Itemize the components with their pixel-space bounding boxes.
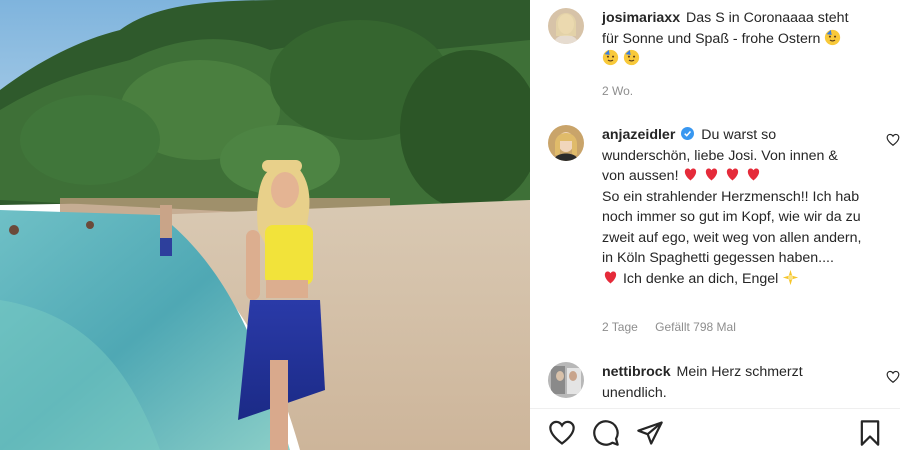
caption-time[interactable]: 2 Wo. bbox=[602, 84, 633, 98]
red-heart-emoji-icon bbox=[685, 168, 697, 181]
caption-body: josimariaxx Das S in Coronaaaa steht für… bbox=[602, 8, 862, 70]
comment-username[interactable]: nettibrock bbox=[602, 364, 671, 380]
red-heart-emoji-icon bbox=[727, 168, 739, 181]
share-icon[interactable] bbox=[636, 419, 664, 447]
caption-username[interactable]: josimariaxx bbox=[602, 10, 680, 26]
post-photo[interactable] bbox=[0, 0, 530, 450]
avatar[interactable] bbox=[548, 125, 584, 161]
comment-meta: 2 Tage Gefällt 798 Mal bbox=[602, 320, 750, 334]
red-heart-emoji-icon bbox=[748, 168, 760, 181]
red-heart-emoji-icon bbox=[604, 270, 617, 283]
red-heart-emoji-icon bbox=[706, 168, 718, 181]
avatar[interactable] bbox=[548, 8, 584, 44]
partying-face-emoji-icon bbox=[825, 29, 841, 45]
beach-photo-image bbox=[0, 0, 530, 450]
like-comment-heart-icon[interactable] bbox=[886, 370, 900, 384]
post-comments-panel: josimariaxx Das S in Coronaaaa steht für… bbox=[530, 0, 900, 450]
heart-icon[interactable] bbox=[548, 419, 576, 447]
partying-face-emoji-icon bbox=[602, 49, 619, 66]
comment-body: nettibrock Mein Herz schmerzt unendlich. bbox=[602, 362, 862, 403]
comment-text: So ein strahlender Herzmensch!! Ich hab … bbox=[602, 188, 862, 267]
comment-username[interactable]: anjazeidler bbox=[602, 127, 675, 143]
comment-body: anjazeidler Du warst so wunderschön, lie… bbox=[602, 125, 862, 289]
angel-sparkle-emoji-icon bbox=[783, 269, 799, 285]
avatar[interactable] bbox=[548, 362, 584, 398]
comment-text: Ich denke an dich, Engel bbox=[622, 270, 779, 287]
post-action-bar bbox=[530, 408, 900, 450]
partying-face-emoji-icon bbox=[623, 49, 640, 66]
caption-meta: 2 Wo. bbox=[602, 84, 647, 98]
bookmark-icon[interactable] bbox=[856, 419, 884, 447]
comment-time[interactable]: 2 Tage bbox=[602, 320, 638, 334]
comment-likes[interactable]: Gefällt 798 Mal bbox=[655, 320, 736, 334]
verified-badge-icon bbox=[681, 127, 695, 140]
comment-icon[interactable] bbox=[592, 419, 620, 447]
like-comment-heart-icon[interactable] bbox=[886, 133, 900, 147]
